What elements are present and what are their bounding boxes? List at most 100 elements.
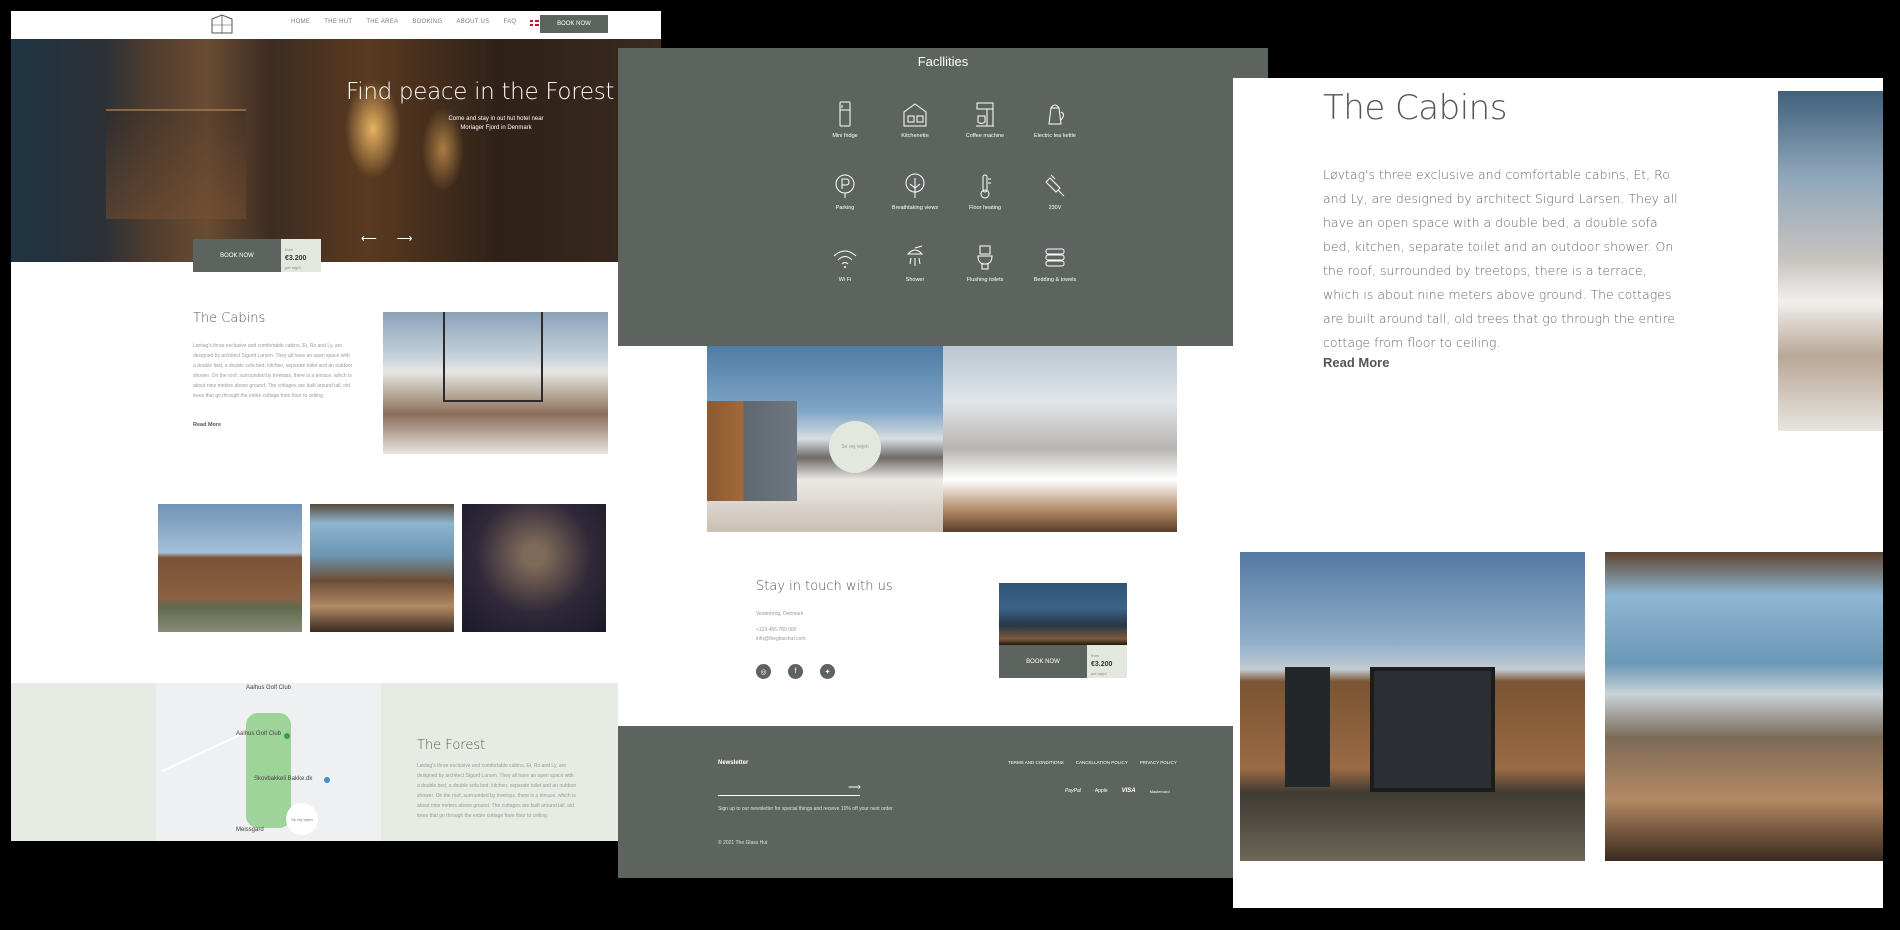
map-label-3: Skovbakkeli Bakke.dk xyxy=(254,776,313,782)
newsletter-email-input[interactable] xyxy=(718,786,860,796)
price-from-label: from xyxy=(285,247,293,252)
site-footer: Newsletter ⟶ Sign up to our newsletter f… xyxy=(618,726,1268,878)
privacy-link[interactable]: PRIVACY POLICY xyxy=(1140,760,1177,765)
hero-banner: Find peace in the Forest Come and stay i… xyxy=(11,39,661,262)
facility-item: Bedding & towels xyxy=(1020,244,1090,283)
cabins-detail-read-more-link[interactable]: Read More xyxy=(1323,355,1389,370)
price-from-label: from xyxy=(1091,653,1099,658)
nav-link-home[interactable]: HOME xyxy=(291,19,310,26)
facility-item: Mini fridge xyxy=(810,100,880,139)
plug-icon xyxy=(1045,174,1065,197)
facility-item: Breathtaking views xyxy=(880,172,950,211)
forest-description: Løvtag's three exclusive and comfortable… xyxy=(417,763,577,819)
facility-label: Wi Fi xyxy=(838,277,852,283)
view-circle-button[interactable]: Se vej vejen xyxy=(829,421,881,473)
twitter-icon[interactable]: ✦ xyxy=(820,664,835,679)
nav-link-faq[interactable]: FAQ xyxy=(503,19,516,26)
cabins-detail-panel: The Cabins Løvtag's three exclusive and … xyxy=(1233,78,1883,908)
facilities-grid: Mini fridge Kitchenette Coffee machine E… xyxy=(810,100,1090,283)
danish-flag-icon[interactable] xyxy=(530,20,540,26)
newsletter-subtext: Sign up to our newsletter for special th… xyxy=(718,806,893,812)
contact-email[interactable]: info@theglasshut.com xyxy=(756,636,806,642)
facilities-heading: Facllities xyxy=(917,54,969,69)
hut-logo-icon[interactable] xyxy=(206,13,238,35)
forest-heading: The Forest xyxy=(417,738,486,753)
facility-item: Kitchenette xyxy=(880,100,950,139)
facility-label: Kitchenette xyxy=(901,133,929,139)
facility-item: Coffee machine xyxy=(950,100,1020,139)
gallery-thumb-interior[interactable] xyxy=(310,504,454,632)
cabin-glass-frame xyxy=(443,312,543,402)
facility-label: Breathtaking views xyxy=(891,205,939,211)
tree-icon xyxy=(905,173,925,198)
price-per-label: per night xyxy=(285,265,301,270)
cabin-interior-large-photo[interactable] xyxy=(1605,552,1883,861)
shower-icon xyxy=(906,245,924,266)
cancellation-link[interactable]: CANCELLATION POLICY xyxy=(1076,760,1128,765)
couple-in-bed-photo xyxy=(943,346,1177,532)
instagram-icon[interactable]: ◎ xyxy=(756,664,771,679)
cabins-description: Løvtag's three exclusive and comfortable… xyxy=(193,343,353,399)
contact-booking-bar: BOOK NOW from €3.200 per night xyxy=(999,645,1127,678)
gallery-thumb-night[interactable] xyxy=(462,504,606,632)
copyright-text: © 2021 The Glass Hut xyxy=(718,840,768,846)
facility-label: Coffee machine xyxy=(965,133,1005,139)
price-value: €3.200 xyxy=(1091,661,1113,668)
homepage-panel: HOME THE HUT THE AREA BOOKING ABOUT US F… xyxy=(11,11,661,841)
hero-book-now-button[interactable]: BOOK NOW xyxy=(193,239,281,272)
facility-label: Floor heating xyxy=(968,205,1002,211)
nav-link-about-us[interactable]: ABOUT US xyxy=(457,19,490,26)
cabin-structure xyxy=(707,401,797,501)
kitchenette-icon xyxy=(903,103,927,127)
visa-icon: VISA xyxy=(1121,788,1136,794)
coffee-machine-icon xyxy=(976,102,994,127)
facebook-icon[interactable]: f xyxy=(788,664,803,679)
facility-item: 230V xyxy=(1020,172,1090,211)
newsletter-heading: Newsletter xyxy=(718,760,749,766)
screenshot-canvas: HOME THE HUT THE AREA BOOKING ABOUT US F… xyxy=(0,0,1900,930)
facility-label: Shower xyxy=(905,277,925,283)
nav-link-the-area[interactable]: THE AREA xyxy=(366,19,398,26)
cabins-detail-heading: The Cabins xyxy=(1323,88,1507,128)
facility-label: Flushing toilets xyxy=(966,277,1004,283)
nav-links: HOME THE HUT THE AREA BOOKING ABOUT US F… xyxy=(291,19,540,26)
facility-item: Floor heating xyxy=(950,172,1020,211)
map-embed[interactable]: Aalhus Golf Club Aalhus Golf Club Skovba… xyxy=(156,683,381,841)
map-pin-icon[interactable] xyxy=(324,777,330,783)
contact-book-now-button[interactable]: BOOK NOW xyxy=(999,645,1087,678)
legal-links: TERMS AND CONDITIONS CANCELLATION POLICY… xyxy=(1008,760,1177,765)
gallery-thumb-exterior[interactable] xyxy=(158,504,302,632)
cabin-night-photo xyxy=(999,583,1127,645)
price-per-label: per night xyxy=(1091,671,1107,676)
terms-link[interactable]: TERMS AND CONDITIONS xyxy=(1008,760,1064,765)
panorama-photos xyxy=(707,346,1177,532)
contact-address: Vesterbrog, Denmark xyxy=(756,611,804,617)
map-label-2: Aalhus Golf Club xyxy=(236,731,282,737)
thermometer-icon xyxy=(980,174,991,199)
prev-arrow-icon[interactable]: ⟵ xyxy=(361,232,377,245)
cabins-heading: The Cabins xyxy=(193,311,266,326)
map-pin-icon[interactable] xyxy=(284,733,290,739)
mastercard-icon: Mastercard xyxy=(1149,788,1170,794)
facility-label: Parking xyxy=(835,205,855,211)
nav-link-booking[interactable]: BOOKING xyxy=(412,19,442,26)
hero-booking-bar: BOOK NOW from €3.200 per night xyxy=(193,239,321,272)
hero-price-box: from €3.200 per night xyxy=(281,239,321,272)
facility-label: 230V xyxy=(1048,205,1062,211)
facility-label: Bedding & towels xyxy=(1033,277,1077,283)
map-direction-circle[interactable]: Se vej vejen xyxy=(286,803,318,835)
hero-arrows: ⟵ ⟶ xyxy=(361,232,413,245)
facilities-panel: Facllities Mini fridge Kitchenette Coffe… xyxy=(618,48,1268,878)
next-arrow-icon[interactable]: ⟶ xyxy=(397,232,413,245)
newsletter-submit-arrow-icon[interactable]: ⟶ xyxy=(848,782,861,793)
nav-link-the-hut[interactable]: THE HUT xyxy=(324,19,352,26)
contact-phone[interactable]: +123 456 789 000 xyxy=(756,627,796,633)
hero-title: Find peace in the Forest xyxy=(346,79,615,105)
kettle-icon xyxy=(1048,104,1064,125)
hero-shelf-image xyxy=(106,109,246,219)
cabin-door xyxy=(1285,667,1330,787)
cabin-exterior-large-photo[interactable] xyxy=(1240,552,1585,861)
toilet-icon xyxy=(977,245,993,270)
nav-book-now-button[interactable]: BOOK NOW xyxy=(540,15,608,33)
cabins-read-more-link[interactable]: Read More xyxy=(193,422,221,428)
